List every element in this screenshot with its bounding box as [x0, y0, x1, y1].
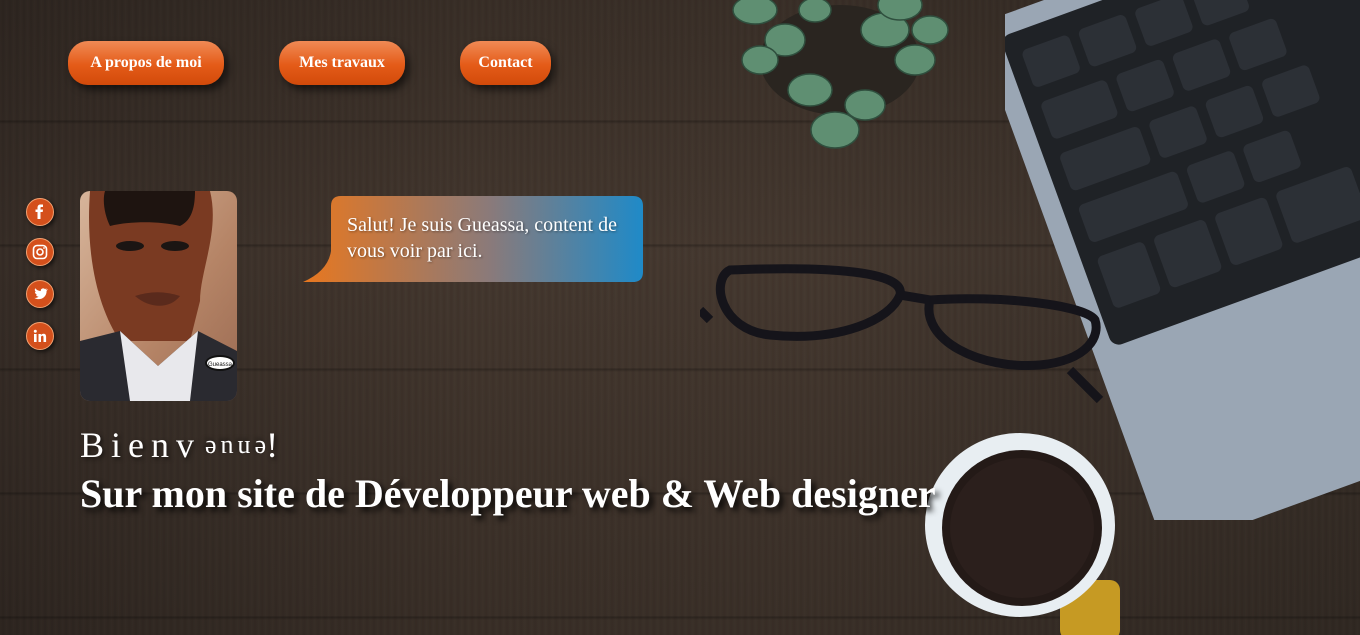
nav-contact-button[interactable]: Contact: [460, 41, 551, 85]
welcome-text-start: Bienv: [80, 425, 201, 465]
linkedin-icon: [33, 329, 47, 342]
glasses-decoration: [700, 264, 1104, 404]
hero-tagline: Sur mon site de Développeur web & Web de…: [80, 471, 936, 516]
twitter-icon: [34, 288, 48, 300]
facebook-link[interactable]: [26, 198, 54, 226]
coffee-mug-decoration: [925, 433, 1120, 635]
greeting-text: Salut! Je suis Gueassa, content de vous …: [347, 214, 617, 262]
avatar-badge-text: Gueassa: [208, 362, 233, 368]
plant-decoration: [732, 0, 949, 149]
welcome-heading: Bienvenue!: [80, 424, 285, 466]
profile-avatar: Gueassa: [80, 191, 237, 401]
instagram-icon: [32, 244, 48, 260]
facebook-icon: [35, 204, 43, 219]
nav-works-button[interactable]: Mes travaux: [279, 41, 405, 85]
linkedin-link[interactable]: [26, 322, 54, 350]
twitter-link[interactable]: [26, 280, 54, 308]
welcome-text-end: !: [266, 425, 286, 465]
instagram-link[interactable]: [26, 238, 54, 266]
nav-about-button[interactable]: A propos de moi: [68, 41, 224, 85]
welcome-text-flipped: enue: [201, 435, 267, 464]
